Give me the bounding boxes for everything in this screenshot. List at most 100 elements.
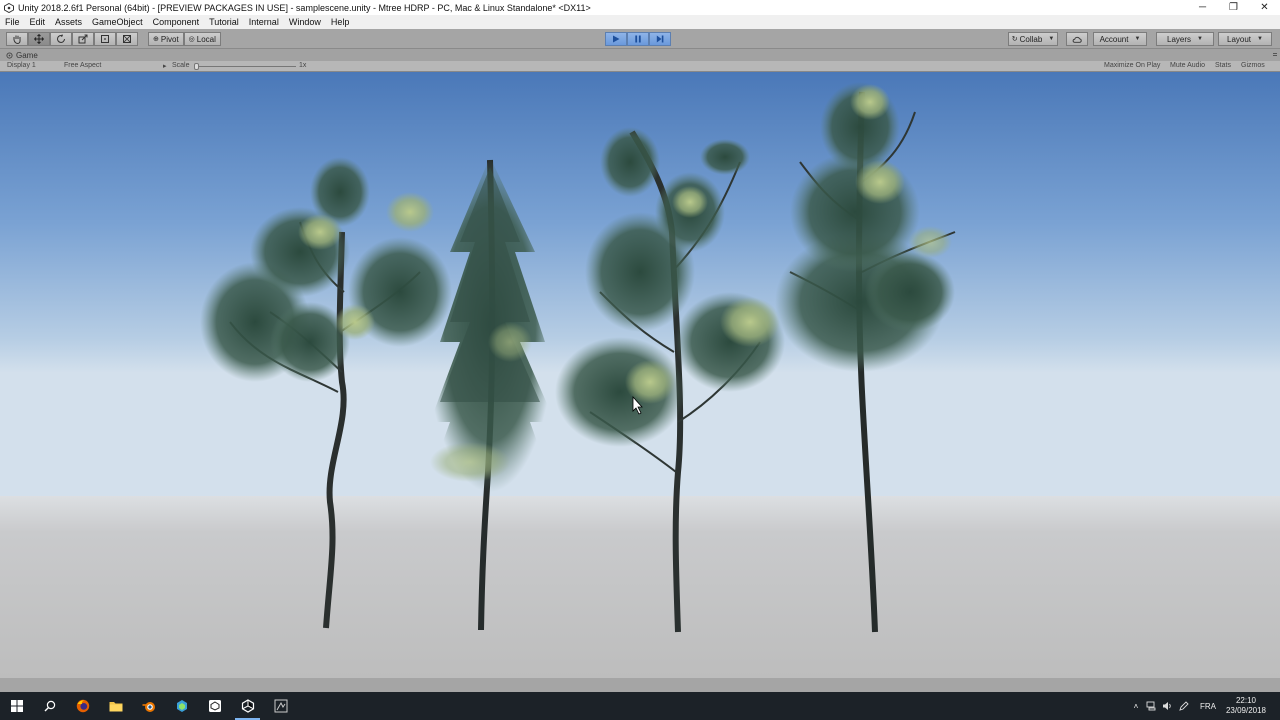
scale-tool-button[interactable] [72, 32, 94, 46]
unity-icon [241, 699, 254, 713]
chevron-down-icon: ▸ [163, 63, 167, 70]
rotate-tool-button[interactable] [50, 32, 72, 46]
step-button[interactable] [649, 32, 671, 46]
move-tool-button[interactable] [28, 32, 50, 46]
gizmos-dropdown[interactable]: Gizmos [1241, 62, 1265, 69]
chevron-up-icon[interactable]: ˄ [1128, 702, 1144, 711]
collab-label: Collab [1019, 34, 1043, 44]
scale-label: Scale [172, 62, 190, 69]
rect-icon [101, 35, 109, 43]
volume-icon[interactable] [1160, 701, 1176, 711]
network-icon[interactable] [1144, 701, 1160, 711]
clock-time: 22:10 [1235, 696, 1256, 705]
taskbar-unity-hub[interactable] [198, 692, 231, 720]
game-view-controls: Display 1 Free Aspect ▸ Scale 1x Maximiz… [0, 61, 1280, 72]
layout-dropdown[interactable]: Layout ▼ [1218, 32, 1272, 46]
move-icon [34, 34, 44, 44]
account-dropdown[interactable]: Account ▼ [1093, 32, 1147, 46]
menu-assets[interactable]: Assets [50, 17, 87, 27]
unity-hub-icon [208, 700, 221, 712]
firefox-icon [76, 699, 89, 713]
unity-editor-window: Unity 2018.2.6f1 Personal (64bit) - [PRE… [0, 0, 1280, 720]
unity-logo-icon [4, 2, 14, 13]
aspect-dropdown[interactable]: Free Aspect [64, 62, 101, 69]
clock-date: 23/09/2018 [1225, 706, 1266, 715]
hand-tool-button[interactable] [6, 32, 28, 46]
pivot-toggles: ⊕ Pivot ◎ Local [148, 32, 221, 46]
layers-dropdown[interactable]: Layers ▼ [1156, 32, 1214, 46]
local-label: Local [196, 34, 216, 44]
game-scene [0, 72, 1280, 678]
transform-tools [6, 32, 138, 46]
menu-window[interactable]: Window [284, 17, 326, 27]
menu-tutorial[interactable]: Tutorial [204, 17, 244, 27]
app-icon [176, 700, 187, 712]
windows-taskbar: ˄ FRA 22:10 23/09/2018 [0, 692, 1280, 720]
playback-controls [605, 32, 671, 46]
start-button[interactable] [0, 692, 33, 720]
minimize-button[interactable]: ─ [1187, 0, 1218, 15]
game-controller-icon [6, 51, 13, 59]
scale-icon [78, 34, 88, 44]
taskbar-file-explorer[interactable] [99, 692, 132, 720]
menu-help[interactable]: Help [326, 17, 355, 27]
menu-component[interactable]: Component [148, 17, 205, 27]
mute-audio-toggle[interactable]: Mute Audio [1170, 62, 1205, 69]
taskbar-app-5[interactable] [165, 692, 198, 720]
pen-icon[interactable] [1176, 701, 1192, 711]
editor-icon [274, 699, 287, 713]
search-button[interactable] [33, 692, 66, 720]
menu-edit[interactable]: Edit [25, 17, 51, 27]
menu-bar: File Edit Assets GameObject Component Tu… [0, 15, 1280, 29]
game-tab-label: Game [16, 50, 38, 60]
maximize-button[interactable]: ❐ [1218, 0, 1249, 15]
cloud-group [1066, 32, 1088, 46]
collab-dropdown[interactable]: ↻ Collab ▼ [1008, 32, 1058, 46]
play-button[interactable] [605, 32, 627, 46]
transform-tool-button[interactable] [116, 32, 138, 46]
menu-internal[interactable]: Internal [244, 17, 284, 27]
taskbar-firefox[interactable] [66, 692, 99, 720]
game-tab[interactable]: Game [0, 51, 38, 60]
blender-icon [142, 702, 155, 712]
display-dropdown[interactable]: Display 1 [7, 62, 36, 69]
game-render-view[interactable] [0, 72, 1280, 678]
layout-group: Layout ▼ [1218, 32, 1272, 46]
cloud-button[interactable] [1066, 32, 1088, 46]
rect-tool-button[interactable] [94, 32, 116, 46]
transform-icon [123, 35, 131, 43]
chevron-down-icon: ▼ [1257, 36, 1263, 42]
pivot-toggle[interactable]: ⊕ Pivot [148, 32, 184, 46]
scale-slider-handle[interactable] [194, 63, 199, 70]
maximize-on-play-toggle[interactable]: Maximize On Play [1104, 62, 1160, 69]
local-toggle[interactable]: ◎ Local [183, 32, 221, 46]
search-icon [44, 700, 55, 712]
chevron-down-icon: ▼ [1048, 36, 1055, 42]
windows-logo-icon [10, 700, 23, 712]
game-tab-bar: Game [0, 49, 1280, 61]
layers-group: Layers ▼ [1156, 32, 1214, 46]
input-language-indicator[interactable]: FRA [1192, 702, 1224, 711]
window-title: Unity 2018.2.6f1 Personal (64bit) - [PRE… [18, 2, 591, 13]
editor-status-bar [0, 678, 1280, 692]
pivot-label: Pivot [160, 34, 179, 44]
taskbar-blender[interactable] [132, 692, 165, 720]
close-button[interactable]: ✕ [1249, 0, 1280, 15]
stats-toggle[interactable]: Stats [1215, 62, 1231, 69]
local-icon: ◎ [188, 36, 195, 43]
taskbar-unity-editor[interactable] [231, 692, 264, 720]
taskbar-clock[interactable]: 22:10 23/09/2018 [1224, 696, 1274, 716]
chevron-down-icon: ▼ [1197, 36, 1203, 42]
play-icon [613, 35, 620, 43]
pivot-icon: ⊕ [153, 36, 159, 43]
scale-slider-track[interactable] [196, 66, 296, 67]
system-tray: ˄ FRA 22:10 23/09/2018 [1128, 692, 1280, 720]
menu-gameobject[interactable]: GameObject [87, 17, 148, 27]
taskbar-app-8[interactable] [264, 692, 297, 720]
pause-button[interactable] [627, 32, 649, 46]
collab-group: ↻ Collab ▼ [1008, 32, 1058, 46]
title-bar: Unity 2018.2.6f1 Personal (64bit) - [PRE… [0, 0, 1280, 15]
layout-label: Layout [1227, 34, 1252, 44]
menu-file[interactable]: File [0, 17, 25, 27]
layers-label: Layers [1167, 34, 1192, 44]
